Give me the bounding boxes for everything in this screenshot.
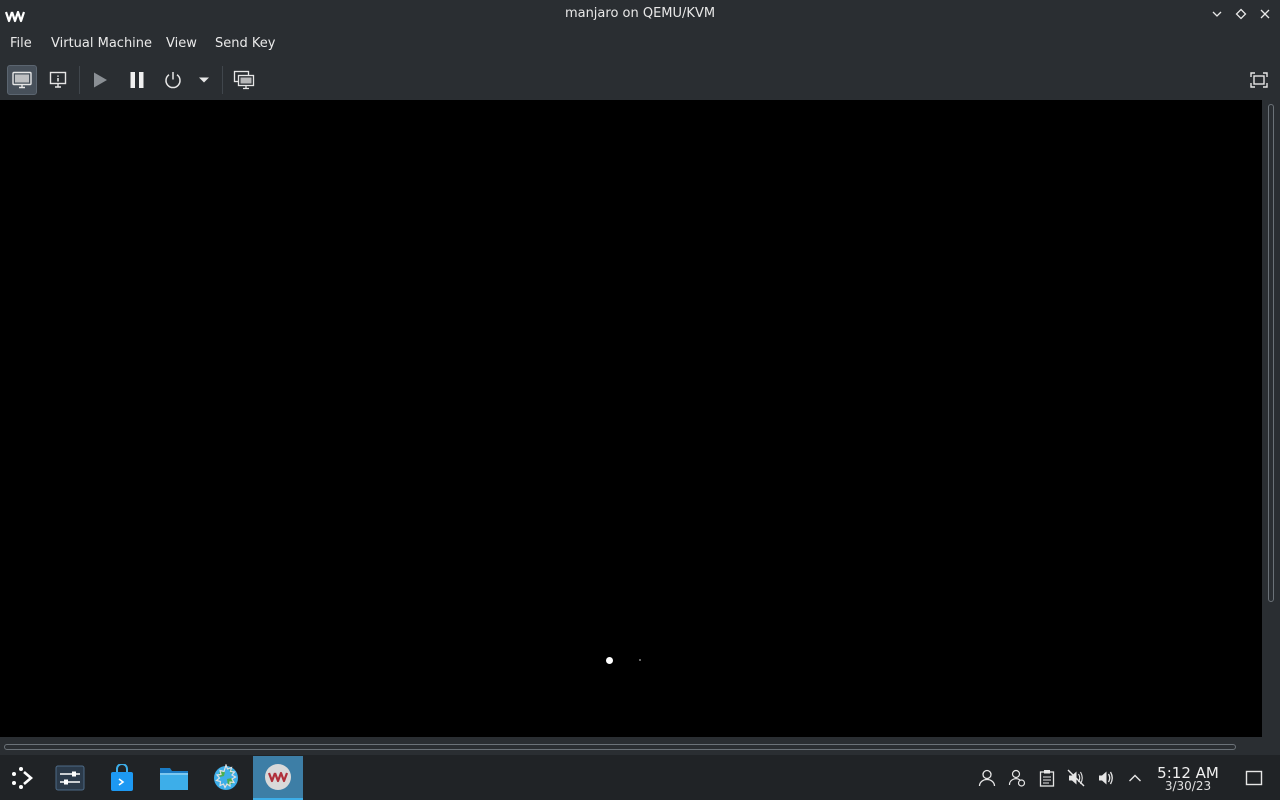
console-monitor-icon[interactable]	[7, 65, 37, 95]
clipboard-icon[interactable]	[1037, 768, 1057, 788]
horizontal-scrollbar[interactable]	[0, 737, 1262, 755]
show-desktop-icon[interactable]	[1244, 768, 1264, 788]
details-info-icon[interactable]	[43, 65, 73, 95]
boot-spinner-dot	[639, 659, 641, 661]
clock-date[interactable]: 3/30/23	[1152, 779, 1224, 793]
menu-file[interactable]: File	[10, 36, 32, 51]
title-bar: manjaro on QEMU/KVM	[0, 0, 1280, 28]
menu-send-key[interactable]: Send Key	[215, 36, 275, 51]
menu-virtual-machine[interactable]: Virtual Machine	[51, 36, 152, 51]
toolbar-separator	[79, 66, 80, 94]
power-icon[interactable]	[158, 65, 188, 95]
window-title: manjaro on QEMU/KVM	[564, 6, 716, 21]
maximize-icon[interactable]	[1233, 6, 1249, 22]
boot-spinner-dot	[606, 657, 613, 664]
minimize-icon[interactable]	[1209, 6, 1225, 22]
play-icon[interactable]	[85, 65, 115, 95]
scrollbar-corner	[1262, 737, 1280, 755]
pause-icon[interactable]	[122, 65, 152, 95]
taskbar	[0, 755, 1280, 800]
discover-store-icon[interactable]	[98, 756, 146, 800]
tray-expand-icon[interactable]	[1125, 768, 1145, 788]
settings-sliders-icon[interactable]	[46, 756, 94, 800]
scrollbar-thumb[interactable]	[1268, 104, 1274, 602]
snapshots-icon[interactable]	[229, 65, 259, 95]
user-switch-icon[interactable]	[1007, 768, 1027, 788]
close-icon[interactable]	[1257, 6, 1273, 22]
volume-icon[interactable]	[1096, 768, 1116, 788]
menu-bar: File Virtual Machine View Send Key	[0, 28, 1280, 60]
virt-manager-icon[interactable]	[253, 756, 303, 800]
vertical-scrollbar[interactable]	[1262, 100, 1280, 737]
application-launcher-icon[interactable]	[0, 756, 44, 800]
toolbar-separator	[222, 66, 223, 94]
dropdown-arrow-icon[interactable]	[190, 65, 218, 95]
user-icon[interactable]	[977, 768, 997, 788]
toolbar	[0, 60, 1280, 100]
menu-view[interactable]: View	[166, 36, 197, 51]
file-manager-icon[interactable]	[150, 756, 198, 800]
volume-muted-icon[interactable]	[1066, 768, 1086, 788]
web-browser-icon[interactable]	[202, 756, 250, 800]
fullscreen-icon[interactable]	[1244, 65, 1274, 95]
vm-console-display[interactable]	[0, 100, 1262, 737]
scrollbar-thumb[interactable]	[4, 744, 1236, 750]
